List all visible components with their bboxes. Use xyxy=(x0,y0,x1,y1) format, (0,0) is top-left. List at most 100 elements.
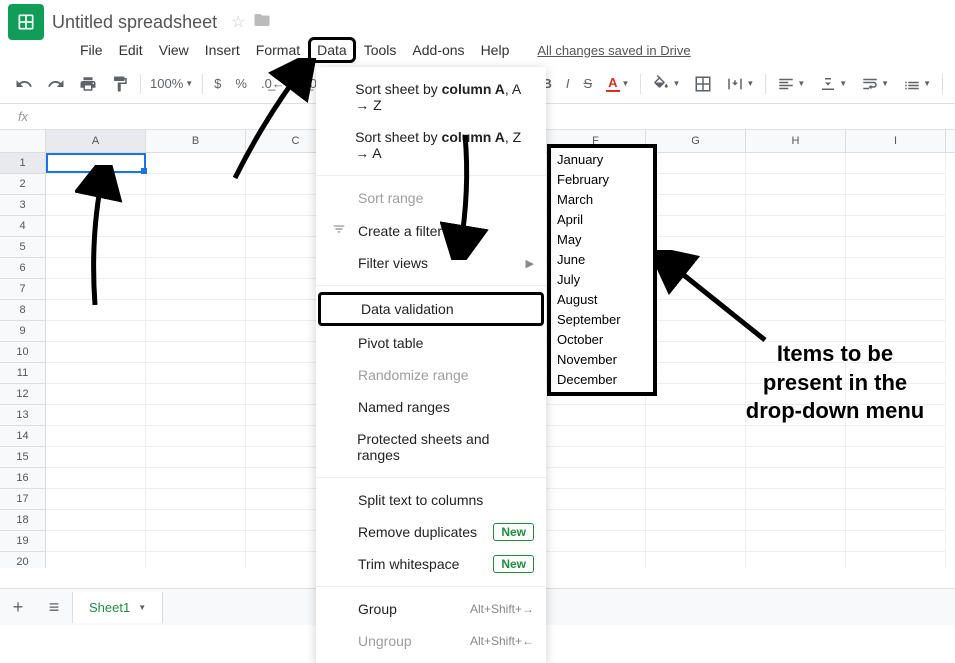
italic-button[interactable]: I xyxy=(560,72,576,95)
cell-G4[interactable] xyxy=(646,216,746,236)
cell-G9[interactable] xyxy=(646,321,746,341)
cell-B16[interactable] xyxy=(146,468,246,488)
row-label-3[interactable]: 3 xyxy=(0,195,45,216)
row-label-19[interactable]: 19 xyxy=(0,531,45,552)
zoom-select[interactable]: 100%▼ xyxy=(146,76,197,91)
menu-edit[interactable]: Edit xyxy=(111,38,151,62)
col-header-B[interactable]: B xyxy=(146,130,246,152)
row-label-15[interactable]: 15 xyxy=(0,447,45,468)
text-color-button[interactable]: A▼ xyxy=(600,71,635,96)
sort-za-item[interactable]: Sort sheet by column A, Z → A xyxy=(316,121,546,169)
add-sheet-button[interactable]: + xyxy=(0,597,36,618)
cell-I6[interactable] xyxy=(846,258,946,278)
cell-H6[interactable] xyxy=(746,258,846,278)
cell-A11[interactable] xyxy=(46,363,146,383)
row-label-20[interactable]: 20 xyxy=(0,552,45,568)
cell-B14[interactable] xyxy=(146,426,246,446)
dec-minus-button[interactable]: .0̲← xyxy=(255,72,291,95)
cell-I19[interactable] xyxy=(846,531,946,551)
row-label-17[interactable]: 17 xyxy=(0,489,45,510)
protected-sheets-item[interactable]: Protected sheets and ranges xyxy=(316,423,546,471)
currency-button[interactable]: $ xyxy=(208,72,227,95)
cell-G12[interactable] xyxy=(646,384,746,404)
cell-I16[interactable] xyxy=(846,468,946,488)
remove-duplicates-item[interactable]: Remove duplicatesNew xyxy=(316,516,546,548)
cell-G7[interactable] xyxy=(646,279,746,299)
cell-F13[interactable] xyxy=(546,405,646,425)
cell-B13[interactable] xyxy=(146,405,246,425)
cell-B18[interactable] xyxy=(146,510,246,530)
saved-status[interactable]: All changes saved in Drive xyxy=(537,43,690,58)
cell-B11[interactable] xyxy=(146,363,246,383)
cell-A2[interactable] xyxy=(46,174,146,194)
cell-A16[interactable] xyxy=(46,468,146,488)
row-label-5[interactable]: 5 xyxy=(0,237,45,258)
cell-F16[interactable] xyxy=(546,468,646,488)
row-label-18[interactable]: 18 xyxy=(0,510,45,531)
cell-H14[interactable] xyxy=(746,426,846,446)
align-button[interactable]: ▼ xyxy=(771,71,811,97)
cell-F15[interactable] xyxy=(546,447,646,467)
split-text-item[interactable]: Split text to columns xyxy=(316,484,546,516)
cell-H4[interactable] xyxy=(746,216,846,236)
cell-I5[interactable] xyxy=(846,237,946,257)
cell-A10[interactable] xyxy=(46,342,146,362)
named-ranges-item[interactable]: Named ranges xyxy=(316,391,546,423)
cell-B2[interactable] xyxy=(146,174,246,194)
folder-icon[interactable] xyxy=(253,11,271,34)
cell-H15[interactable] xyxy=(746,447,846,467)
cell-I2[interactable] xyxy=(846,174,946,194)
cell-F18[interactable] xyxy=(546,510,646,530)
col-header-G[interactable]: G xyxy=(646,130,746,152)
cell-A5[interactable] xyxy=(46,237,146,257)
strike-button[interactable]: S xyxy=(577,72,598,95)
cell-A19[interactable] xyxy=(46,531,146,551)
menu-view[interactable]: View xyxy=(151,38,197,62)
cell-G1[interactable] xyxy=(646,153,746,173)
cell-G16[interactable] xyxy=(646,468,746,488)
cell-G10[interactable] xyxy=(646,342,746,362)
paint-format-button[interactable] xyxy=(105,71,135,97)
cell-A1[interactable] xyxy=(46,153,146,173)
cell-A15[interactable] xyxy=(46,447,146,467)
cell-B6[interactable] xyxy=(146,258,246,278)
row-label-8[interactable]: 8 xyxy=(0,300,45,321)
cell-F20[interactable] xyxy=(546,552,646,568)
menu-tools[interactable]: Tools xyxy=(356,38,405,62)
cell-G6[interactable] xyxy=(646,258,746,278)
select-all-corner[interactable] xyxy=(0,130,46,152)
cell-G20[interactable] xyxy=(646,552,746,568)
cell-G19[interactable] xyxy=(646,531,746,551)
fill-color-button[interactable]: ▼ xyxy=(646,71,686,97)
cell-F19[interactable] xyxy=(546,531,646,551)
cell-B8[interactable] xyxy=(146,300,246,320)
cell-H8[interactable] xyxy=(746,300,846,320)
cell-B3[interactable] xyxy=(146,195,246,215)
cell-H9[interactable] xyxy=(746,321,846,341)
row-label-11[interactable]: 11 xyxy=(0,363,45,384)
print-button[interactable] xyxy=(73,71,103,97)
create-filter-item[interactable]: Create a filter xyxy=(316,214,546,247)
data-validation-item[interactable]: Data validation xyxy=(318,292,544,326)
cell-I15[interactable] xyxy=(846,447,946,467)
cell-H20[interactable] xyxy=(746,552,846,568)
cell-G11[interactable] xyxy=(646,363,746,383)
cell-G3[interactable] xyxy=(646,195,746,215)
row-label-12[interactable]: 12 xyxy=(0,384,45,405)
cell-B20[interactable] xyxy=(146,552,246,568)
cell-I9[interactable] xyxy=(846,321,946,341)
menu-file[interactable]: File xyxy=(72,38,111,62)
sheet-tab-1[interactable]: Sheet1▼ xyxy=(72,592,163,623)
row-label-9[interactable]: 9 xyxy=(0,321,45,342)
row-label-2[interactable]: 2 xyxy=(0,174,45,195)
doc-title[interactable]: Untitled spreadsheet xyxy=(52,12,217,33)
menu-help[interactable]: Help xyxy=(473,38,518,62)
cell-B4[interactable] xyxy=(146,216,246,236)
cell-A13[interactable] xyxy=(46,405,146,425)
col-header-I[interactable]: I xyxy=(846,130,946,152)
cell-I14[interactable] xyxy=(846,426,946,446)
cell-H17[interactable] xyxy=(746,489,846,509)
row-label-6[interactable]: 6 xyxy=(0,258,45,279)
row-label-7[interactable]: 7 xyxy=(0,279,45,300)
row-label-4[interactable]: 4 xyxy=(0,216,45,237)
